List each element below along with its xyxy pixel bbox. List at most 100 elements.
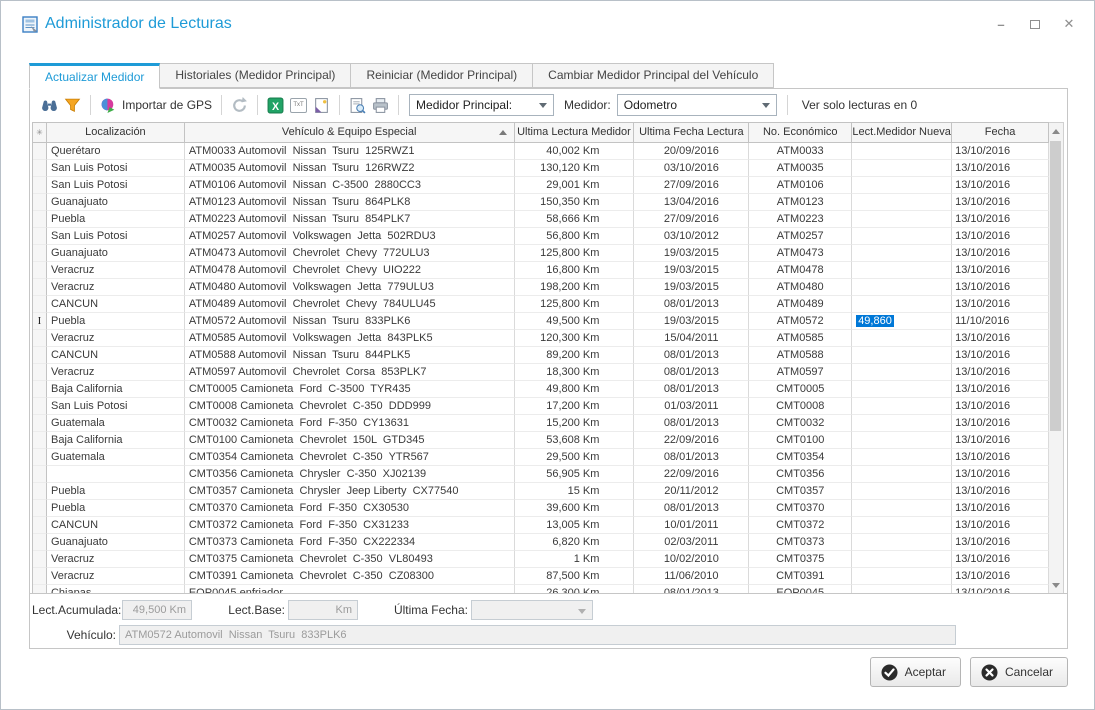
cell-fecha[interactable]: 13/10/2016: [952, 262, 1049, 279]
cell-no-economico[interactable]: ATM0572: [749, 313, 852, 330]
cell-no-economico[interactable]: ATM0478: [749, 262, 852, 279]
tab-reiniciar[interactable]: Reiniciar (Medidor Principal): [351, 63, 533, 88]
cell-vehiculo[interactable]: CMT0008 Camioneta Chevrolet C-350 DDD999: [185, 398, 515, 415]
cell-lect-nueva[interactable]: [852, 143, 952, 160]
cell-no-economico[interactable]: ATM0473: [749, 245, 852, 262]
cell-ultima-fecha[interactable]: 10/02/2010: [634, 551, 749, 568]
cell-ultima-fecha[interactable]: 03/10/2012: [634, 228, 749, 245]
header-vehiculo[interactable]: Vehículo & Equipo Especial: [185, 123, 515, 143]
cell-ultima-lectura[interactable]: 17,200 Km: [515, 398, 635, 415]
cell-ultima-lectura[interactable]: 56,800 Km: [515, 228, 635, 245]
cell-no-economico[interactable]: ATM0106: [749, 177, 852, 194]
minimize-icon[interactable]: –: [994, 17, 1008, 31]
table-row[interactable]: PueblaCMT0357 Camioneta Chrysler Jeep Li…: [33, 483, 1049, 500]
cell-vehiculo[interactable]: ATM0588 Automovil Nissan Tsuru 844PLK5: [185, 347, 515, 364]
cell-localizacion[interactable]: Guatemala: [47, 449, 185, 466]
cell-vehiculo[interactable]: CMT0372 Camioneta Ford F-350 CX31233: [185, 517, 515, 534]
cell-no-economico[interactable]: CMT0375: [749, 551, 852, 568]
cell-fecha[interactable]: 13/10/2016: [952, 432, 1049, 449]
table-row[interactable]: San Luis PotosiATM0106 Automovil Nissan …: [33, 177, 1049, 194]
cell-ultima-lectura[interactable]: 53,608 Km: [515, 432, 635, 449]
cell-localizacion[interactable]: Puebla: [47, 483, 185, 500]
cell-lect-nueva[interactable]: [852, 160, 952, 177]
header-ultima-lectura[interactable]: Ultima Lectura Medidor: [515, 123, 635, 143]
cell-lect-nueva[interactable]: [852, 551, 952, 568]
cell-ultima-fecha[interactable]: 08/01/2013: [634, 381, 749, 398]
cell-lect-nueva[interactable]: [852, 296, 952, 313]
cell-localizacion[interactable]: Puebla: [47, 313, 185, 330]
cell-fecha[interactable]: 13/10/2016: [952, 483, 1049, 500]
cell-localizacion[interactable]: Veracruz: [47, 568, 185, 585]
cell-no-economico[interactable]: ATM0489: [749, 296, 852, 313]
cell-no-economico[interactable]: ATM0123: [749, 194, 852, 211]
cell-no-economico[interactable]: CMT0357: [749, 483, 852, 500]
tab-actualizar-medidor[interactable]: Actualizar Medidor: [29, 63, 160, 89]
cell-fecha[interactable]: 13/10/2016: [952, 415, 1049, 432]
cell-vehiculo[interactable]: CMT0032 Camioneta Ford F-350 CY13631: [185, 415, 515, 432]
cell-localizacion[interactable]: Guanajuato: [47, 245, 185, 262]
cell-no-economico[interactable]: CMT0354: [749, 449, 852, 466]
cell-ultima-fecha[interactable]: 27/09/2016: [634, 177, 749, 194]
medidor-select[interactable]: Odometro: [617, 94, 777, 116]
cell-no-economico[interactable]: ATM0035: [749, 160, 852, 177]
cell-no-economico[interactable]: ATM0480: [749, 279, 852, 296]
cell-ultima-fecha[interactable]: 10/01/2011: [634, 517, 749, 534]
cell-vehiculo[interactable]: ATM0223 Automovil Nissan Tsuru 854PLK7: [185, 211, 515, 228]
cell-localizacion[interactable]: San Luis Potosi: [47, 177, 185, 194]
cell-fecha[interactable]: 11/10/2016: [952, 313, 1049, 330]
table-row[interactable]: GuanajuatoATM0473 Automovil Chevrolet Ch…: [33, 245, 1049, 262]
cell-lect-nueva[interactable]: [852, 517, 952, 534]
cell-lect-nueva[interactable]: [852, 347, 952, 364]
header-row-indicator[interactable]: ✳: [33, 123, 47, 143]
editing-cell-selection[interactable]: 49,860: [856, 315, 894, 327]
cell-ultima-lectura[interactable]: 49,800 Km: [515, 381, 635, 398]
cell-ultima-fecha[interactable]: 19/03/2015: [634, 245, 749, 262]
cell-no-economico[interactable]: ATM0257: [749, 228, 852, 245]
cell-vehiculo[interactable]: CMT0356 Camioneta Chrysler C-350 XJ02139: [185, 466, 515, 483]
cell-vehiculo[interactable]: ATM0035 Automovil Nissan Tsuru 126RWZ2: [185, 160, 515, 177]
cell-no-economico[interactable]: CMT0008: [749, 398, 852, 415]
cell-ultima-fecha[interactable]: 15/04/2011: [634, 330, 749, 347]
txt-export-icon[interactable]: TxT: [287, 96, 310, 115]
cell-ultima-lectura[interactable]: 198,200 Km: [515, 279, 635, 296]
cell-localizacion[interactable]: Baja California: [47, 381, 185, 398]
table-row[interactable]: VeracruzATM0480 Automovil Volkswagen Jet…: [33, 279, 1049, 296]
cell-vehiculo[interactable]: ATM0572 Automovil Nissan Tsuru 833PLK6: [185, 313, 515, 330]
cell-lect-nueva[interactable]: [852, 245, 952, 262]
table-row[interactable]: GuatemalaCMT0354 Camioneta Chevrolet C-3…: [33, 449, 1049, 466]
cell-localizacion[interactable]: San Luis Potosi: [47, 160, 185, 177]
cell-ultima-lectura[interactable]: 120,300 Km: [515, 330, 635, 347]
cell-lect-nueva[interactable]: [852, 466, 952, 483]
table-row[interactable]: GuanajuatoCMT0373 Camioneta Ford F-350 C…: [33, 534, 1049, 551]
table-row[interactable]: VeracruzCMT0375 Camioneta Chevrolet C-35…: [33, 551, 1049, 568]
binoculars-icon[interactable]: [38, 95, 61, 116]
table-row[interactable]: QuerétaroATM0033 Automovil Nissan Tsuru …: [33, 143, 1049, 160]
cell-no-economico[interactable]: ATM0588: [749, 347, 852, 364]
cell-ultima-fecha[interactable]: 22/09/2016: [634, 432, 749, 449]
cell-lect-nueva[interactable]: [852, 381, 952, 398]
cell-ultima-lectura[interactable]: 58,666 Km: [515, 211, 635, 228]
table-row[interactable]: San Luis PotosiATM0035 Automovil Nissan …: [33, 160, 1049, 177]
cell-localizacion[interactable]: Baja California: [47, 432, 185, 449]
scroll-up-icon[interactable]: [1049, 124, 1062, 139]
cell-ultima-lectura[interactable]: 29,500 Km: [515, 449, 635, 466]
table-row[interactable]: CANCUNATM0588 Automovil Nissan Tsuru 844…: [33, 347, 1049, 364]
cell-fecha[interactable]: 13/10/2016: [952, 296, 1049, 313]
cell-ultima-fecha[interactable]: 08/01/2013: [634, 364, 749, 381]
cell-ultima-lectura[interactable]: 6,820 Km: [515, 534, 635, 551]
header-ultima-fecha[interactable]: Ultima Fecha Lectura: [634, 123, 749, 143]
cell-no-economico[interactable]: CMT0370: [749, 500, 852, 517]
cell-ultima-fecha[interactable]: 03/10/2016: [634, 160, 749, 177]
cell-fecha[interactable]: 13/10/2016: [952, 449, 1049, 466]
cell-lect-nueva[interactable]: [852, 483, 952, 500]
cell-vehiculo[interactable]: ATM0033 Automovil Nissan Tsuru 125RWZ1: [185, 143, 515, 160]
cell-ultima-lectura[interactable]: 49,500 Km: [515, 313, 635, 330]
cell-ultima-lectura[interactable]: 39,600 Km: [515, 500, 635, 517]
cell-ultima-lectura[interactable]: 13,005 Km: [515, 517, 635, 534]
cell-vehiculo[interactable]: CMT0375 Camioneta Chevrolet C-350 VL8049…: [185, 551, 515, 568]
cell-fecha[interactable]: 13/10/2016: [952, 551, 1049, 568]
cell-ultima-fecha[interactable]: 08/01/2013: [634, 415, 749, 432]
table-row[interactable]: PueblaATM0223 Automovil Nissan Tsuru 854…: [33, 211, 1049, 228]
cell-vehiculo[interactable]: ATM0478 Automovil Chevrolet Chevy UIO222: [185, 262, 515, 279]
print-preview-icon[interactable]: [346, 95, 369, 116]
